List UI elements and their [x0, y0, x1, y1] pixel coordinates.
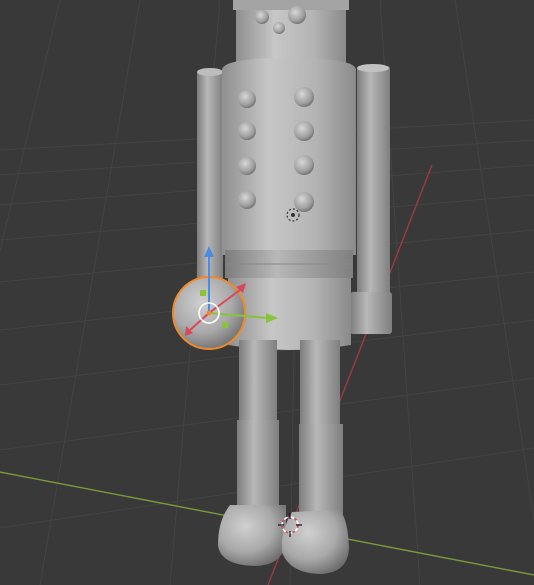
gizmo-center-dot	[206, 310, 212, 316]
3d-viewport[interactable]	[0, 0, 534, 585]
viewport-scene[interactable]	[0, 0, 534, 585]
gizmo-plane-handle-yz[interactable]	[222, 322, 228, 328]
gizmo-plane-handle-xz[interactable]	[200, 290, 206, 296]
